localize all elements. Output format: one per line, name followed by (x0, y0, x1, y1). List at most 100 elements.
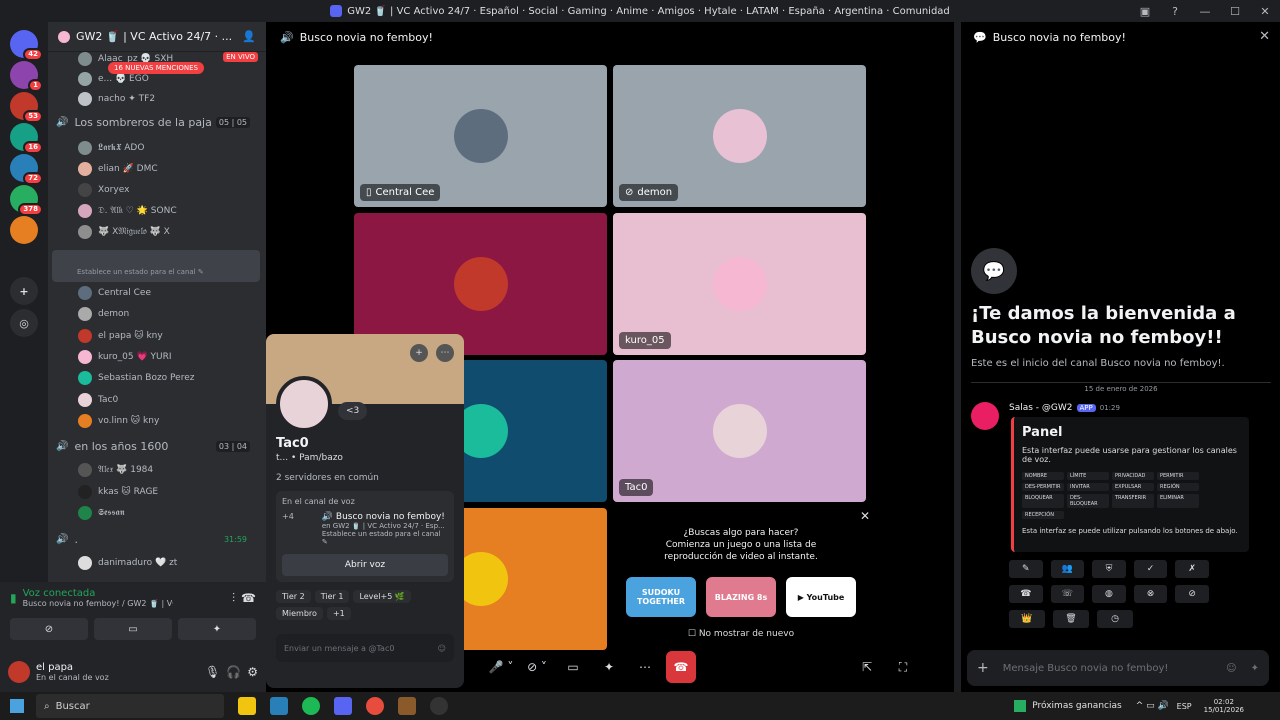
discord-taskbar-icon[interactable] (334, 697, 352, 715)
server-icon-5[interactable]: 378 (10, 185, 43, 216)
activity-button[interactable]: ✦ (594, 652, 624, 682)
maximize-button[interactable]: ☐ (1220, 5, 1250, 18)
voice-location[interactable]: Busco novia no femboy! / GW2 🥤 | VC Acti… (23, 599, 173, 608)
screenshare-button[interactable]: ▭ (558, 652, 588, 682)
role-chip[interactable]: +1 (326, 607, 351, 620)
voice-user[interactable]: danimaduro 🤍 zt (78, 554, 177, 572)
emoji-icon[interactable]: ☺ (1226, 663, 1236, 674)
voice-channel[interactable]: 🔊 en los años 1600 03 | 04 (56, 440, 256, 453)
add-friend-icon[interactable]: + (410, 344, 428, 362)
screenshare-button[interactable]: ▭ (94, 618, 172, 640)
help-icon[interactable]: ? (1160, 5, 1190, 18)
app-icon[interactable] (270, 697, 288, 715)
video-tile[interactable]: ▯ Central Cee (354, 65, 607, 207)
activity-card[interactable]: ▶ YouTube (786, 577, 856, 617)
invite-button[interactable]: ☎ (1009, 585, 1043, 603)
open-voice-button[interactable]: Abrir voz (282, 554, 448, 576)
windows-start-icon[interactable] (10, 699, 24, 713)
voice-user[interactable]: kkas 🐱 RAGE (78, 483, 158, 501)
permit-button[interactable]: ✓ (1133, 560, 1168, 578)
mic-button[interactable]: 🎤 ˅ (486, 652, 516, 682)
role-chip[interactable]: Miembro (276, 607, 323, 620)
limit-button[interactable]: 👥 (1050, 560, 1085, 578)
role-chip[interactable]: Tier 2 (276, 590, 311, 603)
role-chip[interactable]: Tier 1 (314, 590, 350, 603)
taskbar-search[interactable]: ⌕ Buscar (36, 694, 224, 718)
unpermit-button[interactable]: ✗ (1175, 560, 1209, 578)
hangup-button[interactable]: ☎ (666, 651, 696, 683)
profile-avatar[interactable] (276, 376, 332, 432)
fullscreen-icon[interactable]: ⛶ (888, 652, 918, 682)
screen-icon[interactable]: ▣ (1130, 5, 1160, 18)
voice-user[interactable]: Tac0 (78, 391, 118, 409)
block-button[interactable]: ⊗ (1133, 585, 1168, 603)
voice-user[interactable]: vo.linn 🐱 kny (78, 412, 159, 430)
voice-user[interactable]: Central Cee (78, 284, 151, 302)
voice-user[interactable]: Xoryex (78, 181, 129, 199)
mic-icon[interactable]: 🎙 (205, 665, 220, 679)
video-tile[interactable]: ⊘ demon (613, 65, 866, 207)
file-explorer-icon[interactable] (238, 697, 256, 715)
video-tile[interactable]: Tac0 (613, 360, 866, 502)
discover-icon[interactable]: ◎ (10, 309, 38, 337)
emoji-icon[interactable]: ☺ (438, 644, 446, 653)
voice-user[interactable]: nacho ✦ TF2 (78, 90, 155, 108)
close-chat-icon[interactable]: ✕ (1259, 29, 1270, 44)
soundboard-icon[interactable]: ⫶ (232, 591, 235, 606)
close-window-button[interactable]: ✕ (1250, 5, 1280, 18)
voice-user[interactable]: 𝕾𝖊𝖘𝖘𝖆𝖓 (78, 504, 124, 522)
new-mentions-badge[interactable]: 16 NUEVAS MENCIONES (108, 62, 204, 74)
region-button[interactable]: ◍ (1092, 585, 1126, 603)
video-tile[interactable]: kuro_05 (613, 213, 866, 355)
voice-channel[interactable]: 🔊 Los sombreros de la paja 05 | 05 (56, 116, 256, 129)
disconnect-icon[interactable]: ☎ (241, 591, 256, 605)
chrome-icon[interactable] (366, 697, 384, 715)
avatar[interactable] (8, 661, 30, 683)
voice-channel[interactable]: 🔊. 31:59 (56, 533, 256, 546)
headphones-icon[interactable]: 🎧 (226, 665, 241, 679)
kick-button[interactable]: ☏ (1050, 585, 1085, 603)
obs-icon[interactable] (430, 697, 448, 715)
popout-icon[interactable]: ⇱ (852, 652, 882, 682)
settings-icon[interactable]: ⚙ (247, 665, 258, 679)
server-header[interactable]: GW2 🥤 | VC Activo 24/7 · ... 👤 (48, 22, 266, 52)
voice-user[interactable]: 🐺 X𝔐𝔦𝔤𝔲𝔢𝔩𝔬 🐺 X (78, 223, 170, 241)
reception-button[interactable]: ◷ (1097, 610, 1133, 628)
server-icon-1[interactable]: 1 (10, 61, 43, 92)
clock[interactable]: 02:02 15/01/2026 (1204, 698, 1244, 714)
activity-card[interactable]: SUDOKU TOGETHER (626, 577, 696, 617)
server-icon-2[interactable]: 53 (10, 92, 43, 123)
camera-off-button[interactable]: ⊘ (10, 618, 88, 640)
channel-status[interactable]: Establece un estado para el canal ✎ (77, 268, 204, 276)
server-icon-0[interactable]: 42 (10, 30, 43, 61)
more-button[interactable]: ⋯ (630, 652, 660, 682)
unblock-button[interactable]: ⊘ (1175, 585, 1209, 603)
voice-user[interactable]: elian 🚀 DMC (78, 160, 158, 178)
bot-avatar[interactable] (971, 402, 999, 430)
transfer-button[interactable]: 👑 (1009, 610, 1045, 628)
role-chip[interactable]: Level+5 🌿 (353, 590, 411, 603)
voice-user[interactable]: 𝔄𝔩𝔢𝔵 🐺 1984 (78, 461, 153, 479)
add-server-icon[interactable]: + (10, 277, 38, 305)
add-member-icon[interactable]: 👤 (242, 30, 256, 43)
spotify-icon[interactable] (302, 697, 320, 715)
minimize-button[interactable]: — (1190, 5, 1220, 18)
no-show-checkbox[interactable]: ☐ No mostrar de nuevo (616, 629, 866, 639)
voice-user[interactable]: Sebastian Bozo Perez (78, 369, 194, 387)
privacy-button[interactable]: ⛨ (1092, 560, 1126, 578)
voice-user[interactable]: 𝕷𝖆𝖗𝖐𝖃 ADO (78, 139, 144, 157)
camera-button[interactable]: ⊘ ˅ (522, 652, 552, 682)
voice-user[interactable]: el papa 🐱 kny (78, 327, 163, 345)
language-label[interactable]: ESP (1177, 702, 1192, 711)
activity-card[interactable]: BLAZING 8s (706, 577, 776, 617)
minecraft-icon[interactable] (398, 697, 416, 715)
apps-icon[interactable]: ✦ (1251, 663, 1259, 674)
server-icon-3[interactable]: 16 (10, 123, 43, 154)
delete-button[interactable]: 🗑 (1053, 610, 1089, 628)
chat-input[interactable]: + Mensaje Busco novia no femboy! ☺ ✦ (967, 650, 1269, 686)
tray-icons[interactable]: ^ ▭ 🔊 (1136, 701, 1169, 711)
server-icon-6[interactable] (10, 216, 38, 244)
attach-icon[interactable]: + (977, 660, 989, 676)
bot-name[interactable]: Salas - @GW2 (1009, 403, 1073, 413)
server-icon-4[interactable]: 72 (10, 154, 43, 185)
